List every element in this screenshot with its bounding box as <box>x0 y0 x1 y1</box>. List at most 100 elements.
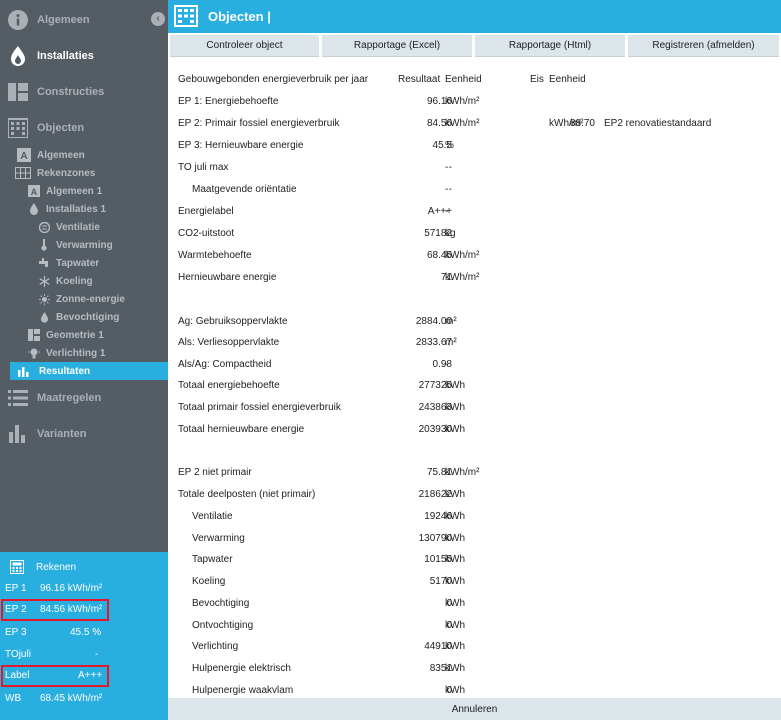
table-row: Verlichting 44910 kWh <box>168 639 781 655</box>
sub-resultaten[interactable]: Resultaten <box>10 362 168 380</box>
sub-label: Resultaten <box>39 365 91 377</box>
sub-label: Installaties 1 <box>46 203 107 215</box>
table-row: Verwarming 130790 kWh <box>168 531 781 547</box>
table-row: Hulpenergie elektrisch 8351 kWh <box>168 661 781 677</box>
sub-zonne-energie[interactable]: Zonne-energie <box>0 290 168 308</box>
row-label: EP 3: Hernieuwbare energie <box>178 140 304 151</box>
table-row: EP 2 niet primair 75.81 kWh/m² <box>168 465 781 481</box>
rapportage-excel-button[interactable]: Rapportage (Excel) <box>322 35 472 57</box>
table-row: Maatgevende oriëntatie - - <box>168 182 781 198</box>
calc-key: WB <box>5 693 22 704</box>
row-label: Warmtebehoefte <box>178 250 252 261</box>
calc-value: 68.45 kWh/m² <box>40 693 103 704</box>
sidebar-nav: Algemeen ‹ Installaties Constructies Obj… <box>0 0 168 552</box>
row-label: Hernieuwbare energie <box>178 272 277 283</box>
registreren-button[interactable]: Registreren (afmelden) <box>628 35 779 57</box>
row-eis-unit: kWh/m² <box>549 118 584 129</box>
row-result: A+++ <box>427 206 452 217</box>
nav-installaties[interactable]: Installaties <box>0 38 168 74</box>
grid-icon <box>15 167 31 179</box>
building-icon <box>174 4 198 29</box>
calc-value: - <box>95 649 99 660</box>
page-header: Objecten | <box>168 0 781 33</box>
sub-algemeen[interactable]: A Algemeen <box>0 146 168 164</box>
building-icon <box>8 118 28 138</box>
sub-koeling[interactable]: Koeling <box>0 272 168 290</box>
row-unit: kWh <box>445 489 465 500</box>
row-label: EP 2 niet primair <box>178 467 252 478</box>
lamp-icon <box>28 347 40 359</box>
row-unit: kWh <box>445 554 465 565</box>
row-unit: kWh/m² <box>445 118 480 129</box>
row-label: EP 2: Primair fossiel energieverbruik <box>178 118 340 129</box>
nav-algemeen[interactable]: Algemeen <box>0 2 168 38</box>
calc-header[interactable]: Rekenen <box>10 560 76 574</box>
calc-value: 84.56 kWh/m² <box>40 604 103 615</box>
nav-maatregelen[interactable]: Maatregelen <box>0 380 168 416</box>
sub-verlichting-1[interactable]: Verlichting 1 <box>0 344 168 362</box>
sub-algemeen-1[interactable]: A Algemeen 1 <box>0 182 168 200</box>
collapse-sidebar-button[interactable]: ‹ <box>151 12 165 26</box>
sub-geometrie-1[interactable]: Geometrie 1 <box>0 326 168 344</box>
table-row: Warmtebehoefte 68.45 kWh/m² <box>168 248 781 264</box>
table-row: Totaal energiebehoefte 277325 kWh <box>168 378 781 394</box>
calc-key: EP 1 <box>5 583 27 594</box>
sub-label: Rekenzones <box>37 167 96 179</box>
nav-label: Installaties <box>37 50 94 62</box>
calc-title: Rekenen <box>36 561 77 573</box>
nav-varianten[interactable]: Varianten <box>0 416 168 452</box>
table-row: Ventilatie 19246 kWh <box>168 509 781 525</box>
calc-key: EP 2 <box>5 604 27 615</box>
row-label: Totaal primair fossiel energieverbruik <box>178 402 341 413</box>
table-row: EP 1: Energiebehoefte 96.16 kWh/m² <box>168 94 781 110</box>
calc-row-label: Label A+++ <box>1 665 109 687</box>
nav-constructies[interactable]: Constructies <box>0 74 168 110</box>
controleer-object-button[interactable]: Controleer object <box>170 35 319 57</box>
table-row: Als/Ag: Compactheid 0.98 - <box>168 357 781 373</box>
row-unit: kWh <box>445 380 465 391</box>
row-unit: kWh <box>445 620 465 631</box>
results-table: Gebouwgebonden energieverbruik per jaar … <box>168 62 781 698</box>
table-row: Totaal hernieuwbare energie 203930 kWh <box>168 422 781 438</box>
row-label: Hulpenergie waakvlam <box>192 685 294 696</box>
sub-ventilatie[interactable]: Ventilatie <box>0 218 168 236</box>
flame-icon <box>8 46 28 66</box>
sub-tapwater[interactable]: Tapwater <box>0 254 168 272</box>
sub-bevochtiging[interactable]: Bevochtiging <box>0 308 168 326</box>
row-result: 0.98 <box>432 359 452 370</box>
row-unit: - <box>445 206 449 217</box>
nav-label: Objecten <box>37 122 85 134</box>
row-label: Hulpenergie elektrisch <box>192 663 291 674</box>
table-row: EP 2: Primair fossiel energieverbruik 84… <box>168 116 781 132</box>
calc-value: A+++ <box>78 670 103 681</box>
row-label: Totaal hernieuwbare energie <box>178 424 305 435</box>
row-unit: kWh <box>445 641 465 652</box>
row-label: Als: Verliesoppervlakte <box>178 337 280 348</box>
tap-icon <box>38 257 50 269</box>
snowflake-icon <box>38 275 50 287</box>
calc-row-tojuli: TOjuli - <box>0 644 168 666</box>
sub-label: Tapwater <box>56 257 100 269</box>
sub-installaties-1[interactable]: Installaties 1 <box>0 200 168 218</box>
table-row: Hulpenergie waakvlam 0 kWh <box>168 683 781 698</box>
svg-text:A: A <box>20 151 27 162</box>
row-unit: - <box>445 359 449 370</box>
table-row: Bevochtiging 0 kWh <box>168 596 781 612</box>
row-label: CO2-uitstoot <box>178 228 235 239</box>
row-unit: m² <box>445 337 457 348</box>
rapportage-html-button[interactable]: Rapportage (Html) <box>475 35 625 57</box>
nav-objecten[interactable]: Objecten <box>0 110 168 146</box>
header-eis: Eis <box>530 74 544 85</box>
annuleren-button[interactable]: Annuleren <box>168 698 781 720</box>
row-label: Energielabel <box>178 206 234 217</box>
row-label: Maatgevende oriëntatie <box>192 184 297 195</box>
row-label: Koeling <box>192 576 226 587</box>
nav-label: Algemeen <box>37 14 90 26</box>
sidebar: Algemeen ‹ Installaties Constructies Obj… <box>0 0 168 720</box>
bars-icon <box>8 424 28 444</box>
sub-verwarming[interactable]: Verwarming <box>0 236 168 254</box>
row-label: Ontvochtiging <box>192 620 254 631</box>
sub-rekenzones[interactable]: Rekenzones <box>0 164 168 182</box>
row-result: - <box>448 184 452 195</box>
row-label: Als/Ag: Compactheid <box>178 359 272 370</box>
